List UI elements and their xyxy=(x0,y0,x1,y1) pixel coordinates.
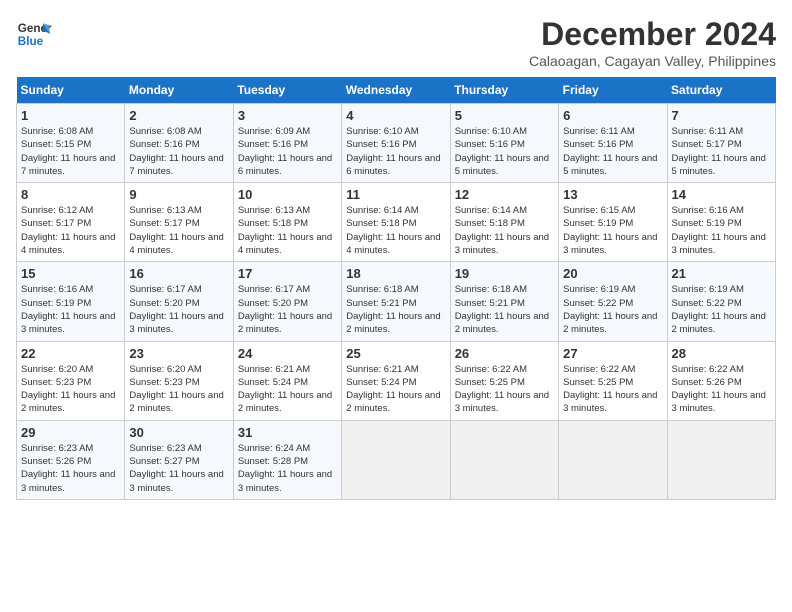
list-item: 23 Sunrise: 6:20 AMSunset: 5:23 PMDaylig… xyxy=(125,341,233,420)
list-item: 28 Sunrise: 6:22 AMSunset: 5:26 PMDaylig… xyxy=(667,341,775,420)
table-row: 29 Sunrise: 6:23 AMSunset: 5:26 PMDaylig… xyxy=(17,420,776,499)
table-row: 22 Sunrise: 6:20 AMSunset: 5:23 PMDaylig… xyxy=(17,341,776,420)
month-title: December 2024 xyxy=(529,16,776,53)
list-item: 14 Sunrise: 6:16 AMSunset: 5:19 PMDaylig… xyxy=(667,183,775,262)
list-item: 19 Sunrise: 6:18 AMSunset: 5:21 PMDaylig… xyxy=(450,262,558,341)
list-item: 3 Sunrise: 6:09 AMSunset: 5:16 PMDayligh… xyxy=(233,104,341,183)
list-item: 11 Sunrise: 6:14 AMSunset: 5:18 PMDaylig… xyxy=(342,183,450,262)
svg-text:Blue: Blue xyxy=(18,35,44,48)
list-item: 20 Sunrise: 6:19 AMSunset: 5:22 PMDaylig… xyxy=(559,262,667,341)
empty-cell xyxy=(450,420,558,499)
list-item: 2 Sunrise: 6:08 AMSunset: 5:16 PMDayligh… xyxy=(125,104,233,183)
list-item: 18 Sunrise: 6:18 AMSunset: 5:21 PMDaylig… xyxy=(342,262,450,341)
list-item: 17 Sunrise: 6:17 AMSunset: 5:20 PMDaylig… xyxy=(233,262,341,341)
list-item: 21 Sunrise: 6:19 AMSunset: 5:22 PMDaylig… xyxy=(667,262,775,341)
list-item: 31 Sunrise: 6:24 AMSunset: 5:28 PMDaylig… xyxy=(233,420,341,499)
list-item: 24 Sunrise: 6:21 AMSunset: 5:24 PMDaylig… xyxy=(233,341,341,420)
list-item: 27 Sunrise: 6:22 AMSunset: 5:25 PMDaylig… xyxy=(559,341,667,420)
list-item: 7 Sunrise: 6:11 AMSunset: 5:17 PMDayligh… xyxy=(667,104,775,183)
header-wednesday: Wednesday xyxy=(342,77,450,104)
title-area: December 2024 Calaoagan, Cagayan Valley,… xyxy=(529,16,776,69)
list-item: 6 Sunrise: 6:11 AMSunset: 5:16 PMDayligh… xyxy=(559,104,667,183)
table-row: 15 Sunrise: 6:16 AMSunset: 5:19 PMDaylig… xyxy=(17,262,776,341)
empty-cell xyxy=(342,420,450,499)
logo-icon: General Blue xyxy=(16,16,52,52)
list-item: 5 Sunrise: 6:10 AMSunset: 5:16 PMDayligh… xyxy=(450,104,558,183)
empty-cell xyxy=(667,420,775,499)
empty-cell xyxy=(559,420,667,499)
location-subtitle: Calaoagan, Cagayan Valley, Philippines xyxy=(529,53,776,69)
table-row: 1 Sunrise: 6:08 AMSunset: 5:15 PMDayligh… xyxy=(17,104,776,183)
header-sunday: Sunday xyxy=(17,77,125,104)
table-row: 8 Sunrise: 6:12 AMSunset: 5:17 PMDayligh… xyxy=(17,183,776,262)
header-saturday: Saturday xyxy=(667,77,775,104)
calendar-table: Sunday Monday Tuesday Wednesday Thursday… xyxy=(16,77,776,500)
list-item: 22 Sunrise: 6:20 AMSunset: 5:23 PMDaylig… xyxy=(17,341,125,420)
list-item: 30 Sunrise: 6:23 AMSunset: 5:27 PMDaylig… xyxy=(125,420,233,499)
header-monday: Monday xyxy=(125,77,233,104)
list-item: 8 Sunrise: 6:12 AMSunset: 5:17 PMDayligh… xyxy=(17,183,125,262)
list-item: 1 Sunrise: 6:08 AMSunset: 5:15 PMDayligh… xyxy=(17,104,125,183)
header-tuesday: Tuesday xyxy=(233,77,341,104)
header: General Blue December 2024 Calaoagan, Ca… xyxy=(16,16,776,69)
list-item: 16 Sunrise: 6:17 AMSunset: 5:20 PMDaylig… xyxy=(125,262,233,341)
logo: General Blue xyxy=(16,16,52,52)
list-item: 10 Sunrise: 6:13 AMSunset: 5:18 PMDaylig… xyxy=(233,183,341,262)
header-friday: Friday xyxy=(559,77,667,104)
list-item: 12 Sunrise: 6:14 AMSunset: 5:18 PMDaylig… xyxy=(450,183,558,262)
days-header-row: Sunday Monday Tuesday Wednesday Thursday… xyxy=(17,77,776,104)
list-item: 26 Sunrise: 6:22 AMSunset: 5:25 PMDaylig… xyxy=(450,341,558,420)
list-item: 4 Sunrise: 6:10 AMSunset: 5:16 PMDayligh… xyxy=(342,104,450,183)
list-item: 25 Sunrise: 6:21 AMSunset: 5:24 PMDaylig… xyxy=(342,341,450,420)
list-item: 13 Sunrise: 6:15 AMSunset: 5:19 PMDaylig… xyxy=(559,183,667,262)
list-item: 9 Sunrise: 6:13 AMSunset: 5:17 PMDayligh… xyxy=(125,183,233,262)
list-item: 29 Sunrise: 6:23 AMSunset: 5:26 PMDaylig… xyxy=(17,420,125,499)
list-item: 15 Sunrise: 6:16 AMSunset: 5:19 PMDaylig… xyxy=(17,262,125,341)
header-thursday: Thursday xyxy=(450,77,558,104)
